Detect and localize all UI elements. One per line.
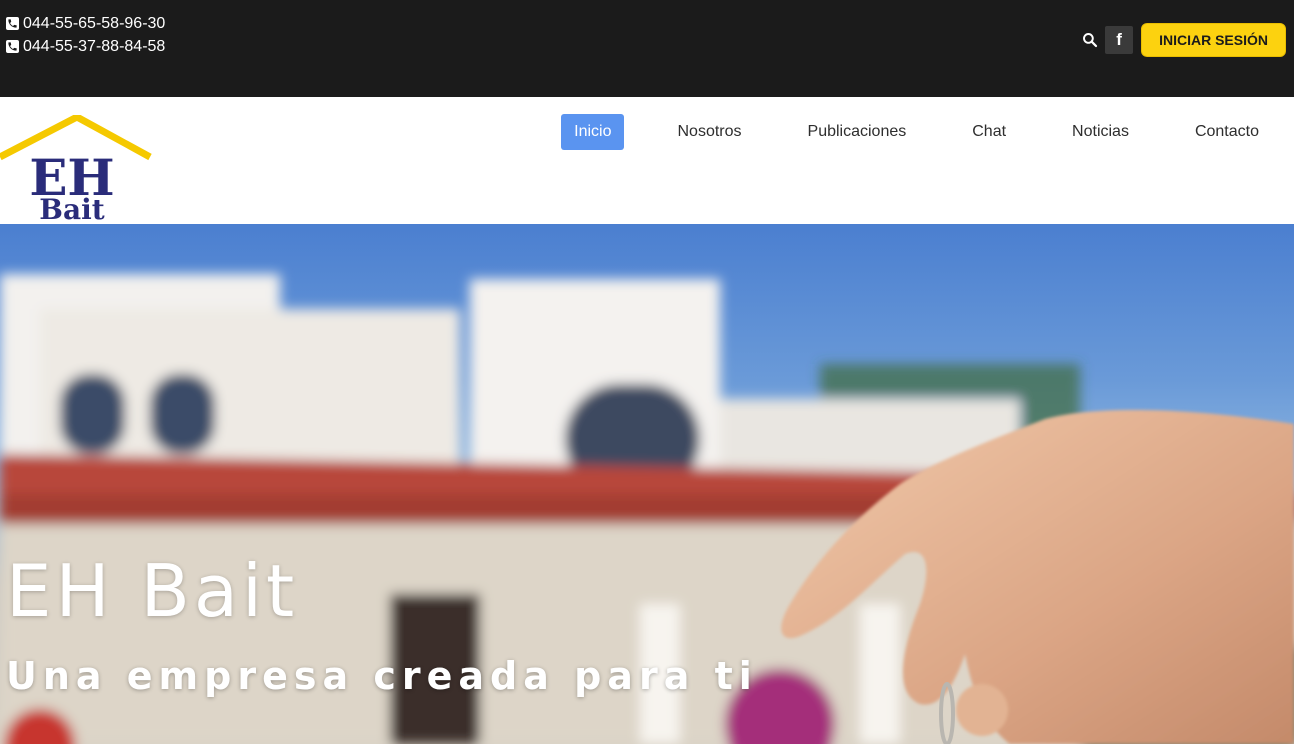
phone-row: 044-55-65-58-96-30 [6,12,165,35]
hero-subtitle: Una empresa creada para ti [6,654,758,698]
phone-list: 044-55-65-58-96-30 044-55-37-88-84-58 [6,12,165,58]
top-actions: f INICIAR SESIÓN [1081,23,1286,57]
facebook-icon[interactable]: f [1105,26,1134,54]
nav-item-contacto[interactable]: Contacto [1182,114,1272,150]
nav-item-inicio[interactable]: Inicio [561,114,625,150]
login-button[interactable]: INICIAR SESIÓN [1141,23,1286,57]
top-bar: 044-55-65-58-96-30 044-55-37-88-84-58 f … [0,0,1294,97]
phone-number-1: 044-55-65-58-96-30 [23,15,166,32]
phone-icon [6,40,19,53]
nav-item-noticias[interactable]: Noticias [1059,114,1142,150]
nav-item-chat[interactable]: Chat [959,114,1019,150]
phone-row: 044-55-37-88-84-58 [6,35,165,58]
search-icon[interactable] [1081,31,1099,49]
site-header: EH Bait Inicio Nosotros Publicaciones Ch… [0,97,1294,224]
hero-banner: EH Bait Una empresa creada para ti [0,224,1294,744]
nav-item-nosotros[interactable]: Nosotros [664,114,754,150]
phone-number-2: 044-55-37-88-84-58 [23,38,166,55]
nav-item-publicaciones[interactable]: Publicaciones [795,114,920,150]
logo-text-bait: Bait [39,193,104,223]
hero-title: EH Bait [6,549,299,633]
main-nav: Inicio Nosotros Publicaciones Chat Notic… [561,114,1272,150]
phone-icon [6,17,19,30]
brand-logo[interactable]: EH Bait [0,115,152,223]
